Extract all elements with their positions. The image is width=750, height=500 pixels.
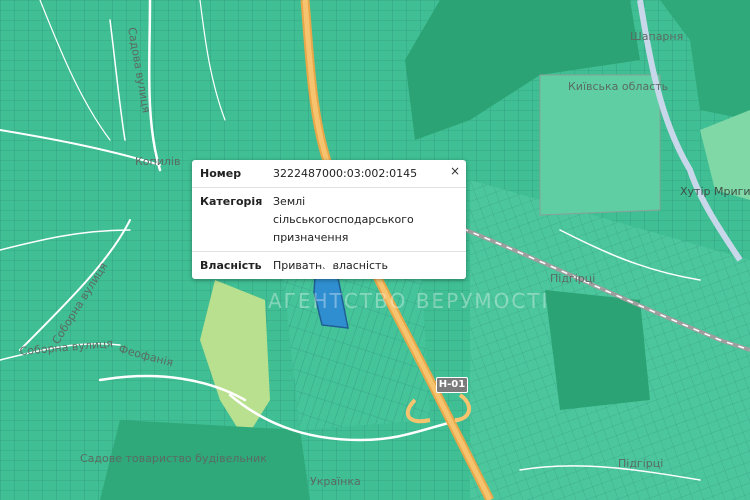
label-budiv: Садове товариство будівельник	[80, 452, 267, 465]
popup-value: Приватна власність	[273, 259, 388, 272]
forest-area-southeast	[545, 290, 650, 410]
road-badge-h01: Н-01	[436, 377, 468, 393]
watermark-label: АГЕНТСТВО ВЕРУМОСТІ	[268, 289, 549, 313]
popup-value: Землі сільськогосподарського призначення	[273, 195, 414, 244]
popup-key: Номер	[200, 167, 242, 180]
label-pidhirtsi: Підгірці	[550, 272, 595, 285]
oblast-zone	[539, 74, 661, 216]
popup-row-category: Категорія Землі сільськогосподарського п…	[192, 188, 466, 252]
popup-row-number: Номер 3222487000:03:002:0145	[192, 160, 466, 188]
popup-value: 3222487000:03:002:0145	[273, 167, 418, 180]
label-kopylov: Копилів	[135, 155, 180, 168]
label-kyivska-oblast: Київська область	[568, 80, 668, 93]
label-ukrainka: Українка	[310, 475, 361, 488]
close-icon[interactable]: ×	[450, 164, 460, 178]
popup-pointer	[318, 262, 336, 271]
popup-key: Категорія	[200, 195, 263, 208]
label-khutir: Хутір Мриги	[680, 185, 750, 198]
label-pidhirtsi-2: Підгірці	[618, 457, 663, 470]
popup-key: Власність	[200, 259, 262, 272]
label-shapar: Шапарня	[630, 30, 683, 43]
